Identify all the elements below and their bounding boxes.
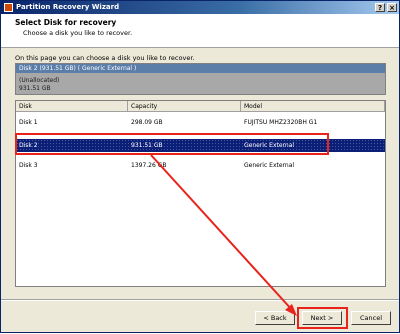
wizard-window: Partition Recovery Wizard ? × Select Dis… — [0, 0, 400, 333]
arrow-shaft — [150, 154, 294, 312]
annotation-arrow — [150, 154, 297, 316]
arrow-head — [285, 304, 297, 316]
